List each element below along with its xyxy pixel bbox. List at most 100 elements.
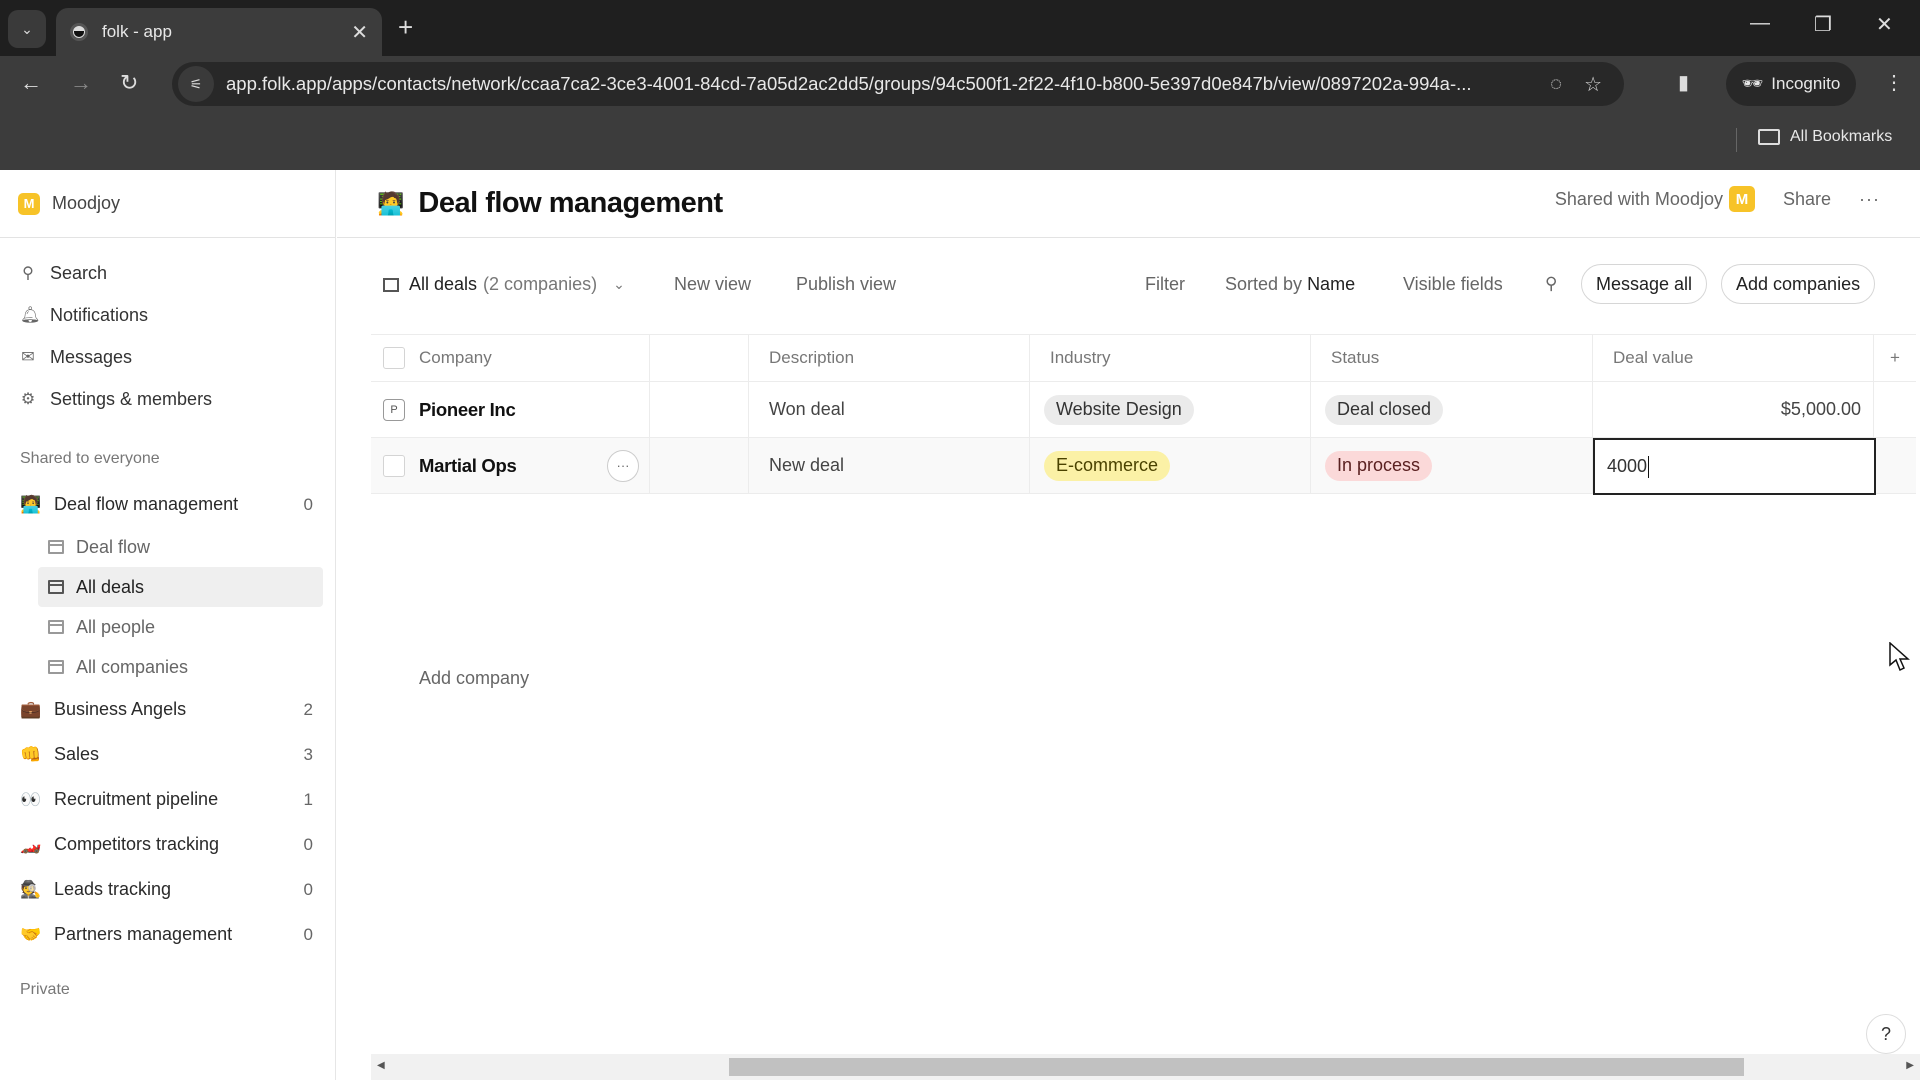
- blank-cell: [650, 438, 749, 493]
- address-bar[interactable]: ⚟ app.folk.app/apps/contacts/network/cca…: [172, 62, 1624, 106]
- browser-tab[interactable]: folk - app ✕: [56, 8, 382, 56]
- row-more-options-icon[interactable]: ···: [607, 449, 639, 482]
- row-checkbox[interactable]: [383, 454, 405, 477]
- bookmark-star-icon[interactable]: ☆: [1584, 72, 1602, 97]
- sidebar-group-business-angels[interactable]: 💼 Business Angels 2: [0, 687, 335, 732]
- industry-cell[interactable]: E-commerce: [1030, 438, 1311, 493]
- race-car-icon: 🏎️: [20, 834, 42, 854]
- description-cell[interactable]: Won deal: [749, 382, 1030, 437]
- close-tab-icon[interactable]: ✕: [351, 20, 368, 45]
- view-label: All people: [76, 616, 156, 637]
- table-row[interactable]: P Pioneer Inc Won deal Website Design De…: [371, 382, 1916, 438]
- site-info-icon[interactable]: ⚟: [178, 66, 214, 102]
- add-company-button[interactable]: Add company: [419, 668, 529, 689]
- view-selector[interactable]: All deals (2 companies) ⌄: [383, 274, 625, 295]
- browser-menu-icon[interactable]: ⋮: [1884, 70, 1904, 95]
- add-column-button[interactable]: +: [1874, 335, 1916, 381]
- shared-with-indicator[interactable]: Shared with Moodjoy M: [1555, 186, 1755, 212]
- scroll-right-icon[interactable]: ▶: [1906, 1060, 1914, 1071]
- message-all-button[interactable]: Message all: [1581, 264, 1708, 304]
- all-bookmarks-button[interactable]: All Bookmarks: [1758, 128, 1892, 146]
- back-icon[interactable]: ←: [20, 70, 42, 96]
- add-companies-button[interactable]: Add companies: [1721, 264, 1876, 304]
- table-row[interactable]: Martial Ops ··· New deal E-commerce In p…: [371, 438, 1916, 495]
- column-label: Company: [419, 348, 492, 367]
- sidebar-view-all-companies[interactable]: All companies: [38, 647, 323, 687]
- column-header-status[interactable]: Status: [1311, 335, 1593, 381]
- column-header-industry[interactable]: Industry: [1030, 335, 1311, 381]
- company-name[interactable]: Martial Ops: [419, 455, 517, 477]
- sidebar-view-deal-flow[interactable]: Deal flow: [38, 527, 323, 567]
- scrollbar-thumb[interactable]: [729, 1058, 1744, 1076]
- search-icon[interactable]: ⚲: [1545, 274, 1557, 294]
- sidebar-group-partners-management[interactable]: 🤝 Partners management 0: [0, 912, 335, 957]
- sidebar-item-notifications[interactable]: 🔔︎ Notifications: [0, 294, 335, 336]
- group-count: 3: [303, 744, 313, 764]
- minimize-icon[interactable]: —: [1750, 12, 1770, 35]
- new-view-button[interactable]: New view: [674, 274, 751, 295]
- technologist-icon: 🧑‍💻: [20, 494, 42, 514]
- share-button[interactable]: Share: [1783, 189, 1831, 210]
- column-header-deal-value[interactable]: Deal value: [1593, 335, 1874, 381]
- incognito-badge[interactable]: 🕶 Incognito: [1726, 62, 1856, 106]
- folk-app: M Moodjoy ⚲ Search 🔔︎ Notifications ✉ Me…: [0, 170, 1920, 1080]
- more-options-icon[interactable]: ···: [1859, 189, 1880, 210]
- tracking-protection-icon[interactable]: ◌: [1550, 73, 1562, 96]
- publish-view-button[interactable]: Publish view: [796, 274, 896, 295]
- status-cell[interactable]: In process: [1311, 438, 1593, 493]
- tab-search-button[interactable]: ⌄: [8, 10, 46, 48]
- shared-with-label: Shared with Moodjoy: [1554, 188, 1723, 209]
- select-all-checkbox[interactable]: [383, 347, 405, 369]
- view-toolbar: All deals (2 companies) ⌄ New view Publi…: [337, 262, 1920, 312]
- table-icon: [48, 580, 64, 594]
- sidebar-view-all-people[interactable]: All people: [38, 607, 323, 647]
- new-tab-button[interactable]: +: [398, 12, 413, 43]
- url-text[interactable]: app.folk.app/apps/contacts/network/ccaa7…: [226, 73, 1550, 95]
- close-window-icon[interactable]: ✕: [1876, 12, 1893, 37]
- scroll-left-icon[interactable]: ◀: [377, 1060, 385, 1071]
- column-header-company[interactable]: Company: [371, 335, 650, 381]
- status-cell[interactable]: Deal closed: [1311, 382, 1593, 437]
- sidebar-group-recruitment-pipeline[interactable]: 👀 Recruitment pipeline 1: [0, 777, 335, 822]
- company-cell[interactable]: Martial Ops ···: [371, 438, 650, 493]
- industry-tag: Website Design: [1044, 394, 1194, 425]
- horizontal-scrollbar[interactable]: ◀ ▶: [371, 1054, 1920, 1080]
- description-cell[interactable]: New deal: [749, 438, 1030, 493]
- company-name[interactable]: Pioneer Inc: [419, 399, 516, 421]
- table-icon: [48, 620, 64, 634]
- workspace-switcher[interactable]: M Moodjoy: [0, 170, 335, 238]
- sidebar-item-search[interactable]: ⚲ Search: [0, 252, 335, 294]
- workspace-logo: M: [18, 192, 40, 215]
- sidebar-group-competitors-tracking[interactable]: 🏎️ Competitors tracking 0: [0, 822, 335, 867]
- company-logo: P: [383, 398, 405, 421]
- reload-icon[interactable]: ↻: [120, 70, 138, 96]
- sidebar-group-sales[interactable]: 👊 Sales 3: [0, 732, 335, 777]
- column-header-description[interactable]: Description: [749, 335, 1030, 381]
- restore-icon[interactable]: ❐: [1814, 12, 1832, 37]
- industry-cell[interactable]: Website Design: [1030, 382, 1311, 437]
- visible-fields-button[interactable]: Visible fields: [1403, 274, 1503, 295]
- forward-icon[interactable]: →: [70, 70, 92, 96]
- deal-value-input-text: 4000: [1607, 456, 1648, 476]
- sidebar-view-all-deals[interactable]: All deals: [38, 567, 323, 607]
- sidebar-item-messages[interactable]: ✉ Messages: [0, 336, 335, 378]
- company-cell[interactable]: P Pioneer Inc: [371, 382, 650, 437]
- sidebar: M Moodjoy ⚲ Search 🔔︎ Notifications ✉ Me…: [0, 170, 336, 1080]
- sidebar-group-leads-tracking[interactable]: 🕵️ Leads tracking 0: [0, 867, 335, 912]
- fist-icon: 👊: [20, 744, 42, 764]
- deal-value-input[interactable]: 4000: [1593, 438, 1876, 495]
- column-label: Industry: [1050, 348, 1111, 367]
- page-title[interactable]: Deal flow management: [418, 187, 723, 220]
- sidebar-item-settings[interactable]: ⚙ Settings & members: [0, 378, 335, 420]
- help-button[interactable]: ?: [1866, 1014, 1906, 1054]
- deal-value-cell[interactable]: $5,000.00: [1593, 382, 1874, 437]
- side-panel-icon[interactable]: ▮: [1678, 70, 1689, 95]
- group-count: 0: [303, 924, 313, 944]
- sort-button[interactable]: Sorted by Name: [1225, 274, 1355, 295]
- view-label: All deals: [76, 576, 145, 597]
- view-label: All companies: [76, 656, 189, 677]
- filter-button[interactable]: Filter: [1145, 274, 1185, 295]
- incognito-icon: 🕶: [1741, 74, 1764, 93]
- sidebar-group-deal-flow-management[interactable]: 🧑‍💻 Deal flow management 0: [0, 482, 335, 527]
- sort-prefix: Sorted by: [1225, 274, 1303, 294]
